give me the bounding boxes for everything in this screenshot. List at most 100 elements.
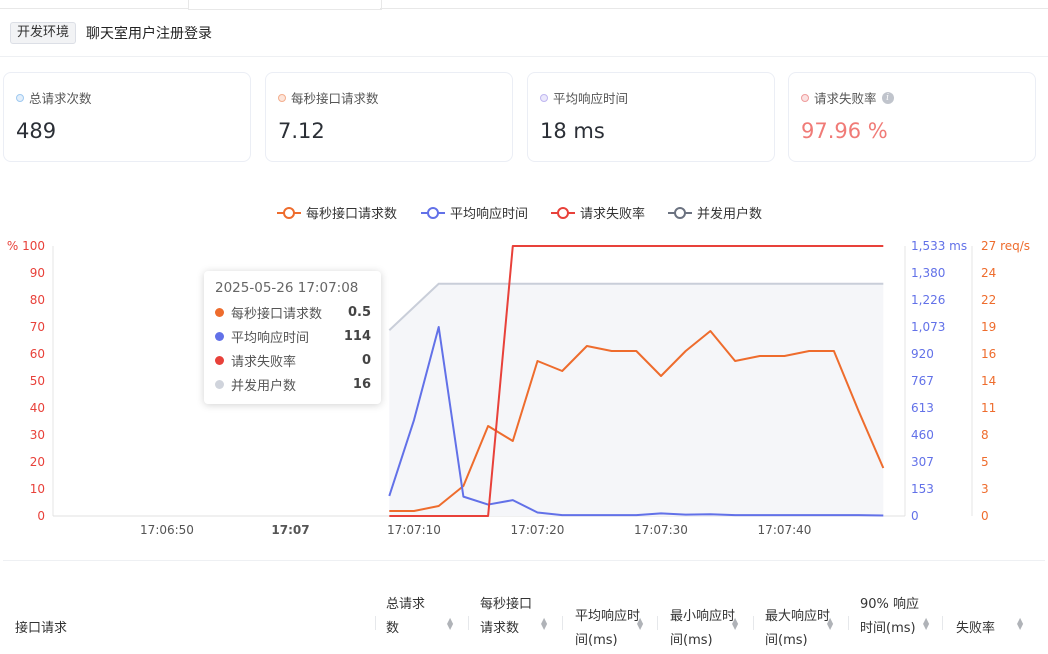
chart-svg: % 10090807060504030201001,533 ms1,3801,2… (7, 206, 1030, 537)
stat-card-avg-response: 平均响应时间 18 ms (527, 72, 775, 162)
y-tick-label: 50 (30, 374, 45, 388)
column-separator (753, 616, 754, 630)
sort-icon[interactable]: ▲ ▼ (827, 617, 833, 631)
series-dot (215, 379, 224, 389)
legend-marker (674, 207, 686, 219)
y-tick-label: 11 (981, 401, 996, 415)
y-tick-label: 30 (30, 428, 45, 442)
environment-tag: 开发环境 (10, 22, 77, 44)
divider (0, 56, 1048, 57)
y-tick-label: 10 (30, 482, 45, 496)
column-separator (657, 616, 658, 630)
tab-underline (0, 8, 188, 9)
card-value: 7.12 (278, 119, 325, 143)
y-tick-label: 70 (30, 320, 45, 334)
y-tick-label: 16 (981, 347, 996, 361)
x-tick-label: 17:07:20 (511, 523, 565, 537)
sort-icon[interactable]: ▲ ▼ (923, 617, 929, 631)
y-tick-label: 613 (911, 401, 934, 415)
tooltip-series-value: 114 (343, 328, 371, 344)
page-header: 开发环境 聊天室用户注册登录 (10, 22, 212, 44)
column-separator (562, 616, 563, 630)
legend-label: 每秒接口请求数 (306, 206, 397, 222)
column-header-avg[interactable]: 平均响应时间(ms) (575, 605, 645, 653)
column-separator (468, 616, 469, 630)
tooltip-time: 2025-05-26 17:07:08 (215, 280, 359, 296)
y-tick-label: 27 req/s (981, 239, 1030, 253)
chart-tooltip: 2025-05-26 17:07:08 每秒接口请求数 0.5 平均响应时间 1… (204, 271, 381, 404)
tab-underline (380, 8, 1048, 9)
metrics-chart: % 100 90 80 70 60 50 40 30 20 10 0 1,533 ms 1,380 1,2… (0, 195, 1048, 545)
tooltip-row: 每秒接口请求数 0.5 (215, 300, 371, 324)
legend-label: 平均响应时间 (450, 206, 528, 222)
tab-active[interactable] (188, 0, 382, 10)
status-dot (540, 93, 548, 102)
sort-icon[interactable]: ▲ ▼ (541, 617, 547, 631)
series-dot (215, 355, 224, 365)
y-tick-label: 1,226 (911, 293, 945, 307)
divider (3, 560, 1045, 561)
y-tick-label: 24 (981, 266, 996, 280)
top-tab-strip (0, 0, 1048, 10)
status-dot (16, 93, 24, 102)
tooltip-series-value: 16 (352, 376, 371, 392)
y-tick-label: % 100 (7, 239, 45, 253)
y-tick-label: 0 (981, 509, 989, 523)
sort-icon[interactable]: ▲ ▼ (732, 617, 738, 631)
y-tick-label: 60 (30, 347, 45, 361)
y-tick-label: 90 (30, 266, 45, 280)
table-header: 接口请求 总请求数 ▲ ▼ 每秒接口请求数 ▲ ▼ 平均响应时间(ms) ▲ ▼ 最小… (0, 590, 1048, 654)
y-tick-label: 0 (37, 509, 45, 523)
y-tick-label: 767 (911, 374, 934, 388)
card-label: 每秒接口请求数 (291, 91, 379, 106)
tooltip-series-name: 并发用户数 (231, 378, 297, 394)
x-tick-label: 17:07:40 (758, 523, 812, 537)
legend-label: 请求失败率 (580, 206, 645, 222)
column-header-max[interactable]: 最大响应时间(ms) (765, 605, 835, 653)
card-label: 总请求次数 (29, 91, 92, 106)
y-tick-label: 0 (911, 509, 919, 523)
column-header-min[interactable]: 最小响应时间(ms) (670, 605, 740, 653)
y-tick-label: 20 (30, 455, 45, 469)
x-tick-label: 17:07 (271, 523, 309, 537)
sort-icon[interactable]: ▲ ▼ (637, 617, 643, 631)
column-separator (848, 616, 849, 630)
tooltip-series-name: 平均响应时间 (231, 330, 310, 346)
status-dot (801, 93, 809, 102)
column-header-rps[interactable]: 每秒接口请求数 (480, 593, 536, 641)
y-tick-label: 3 (981, 482, 989, 496)
card-label: 平均响应时间 (553, 91, 629, 106)
card-value: 97.96 % (801, 119, 888, 143)
column-header-failure[interactable]: 失败率 (956, 617, 995, 641)
card-value: 18 ms (540, 119, 605, 143)
sort-icon[interactable]: ▲ ▼ (447, 617, 453, 631)
x-tick-label: 17:07:30 (634, 523, 688, 537)
column-header-p90[interactable]: 90% 响应时间(ms) (860, 593, 920, 641)
page-title: 聊天室用户注册登录 (86, 26, 213, 42)
sort-icon[interactable]: ▲ ▼ (1017, 617, 1023, 631)
y-tick-label: 8 (981, 428, 989, 442)
column-header-total[interactable]: 总请求数 (386, 593, 434, 641)
y-tick-label: 1,533 ms (911, 239, 967, 253)
column-separator (375, 616, 376, 630)
y-tick-label: 1,073 (911, 320, 945, 334)
stat-card-rps: 每秒接口请求数 7.12 (265, 72, 513, 162)
y-tick-label: 153 (911, 482, 934, 496)
info-icon[interactable]: i (881, 91, 894, 104)
y-tick-label: 920 (911, 347, 934, 361)
series-dot (215, 307, 224, 317)
series-dot (215, 331, 224, 341)
y-tick-label: 14 (981, 374, 996, 388)
y-tick-label: 19 (981, 320, 996, 334)
legend-marker (427, 207, 439, 219)
x-tick-label: 17:06:50 (140, 523, 194, 537)
card-value: 489 (16, 119, 57, 143)
y-tick-label: 5 (981, 455, 989, 469)
x-tick-label: 17:07:10 (387, 523, 441, 537)
tooltip-row: 并发用户数 16 (215, 372, 371, 396)
card-label: 请求失败率 (814, 91, 877, 106)
y-tick-label: 40 (30, 401, 45, 415)
users-area (389, 283, 884, 516)
stat-card-total-requests: 总请求次数 489 (3, 72, 251, 162)
tooltip-series-value: 0 (361, 352, 371, 368)
